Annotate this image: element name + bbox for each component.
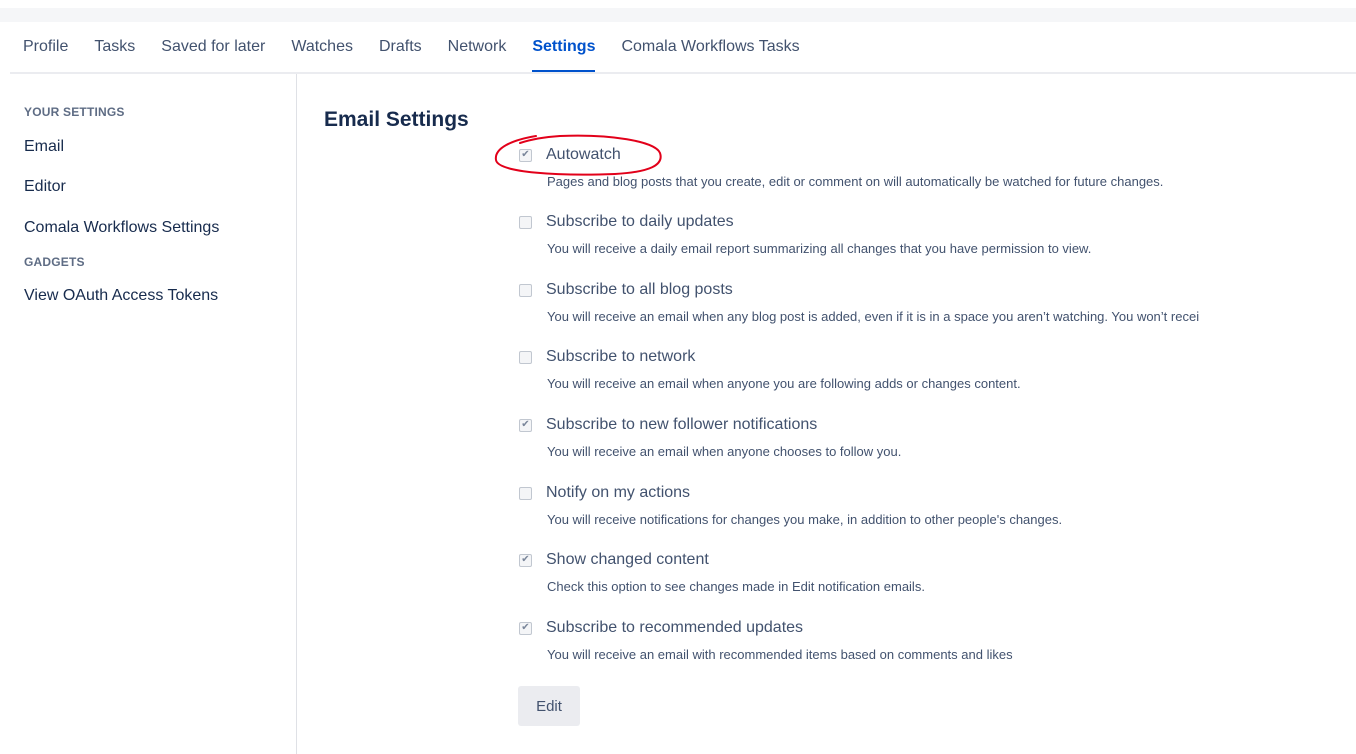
daily-updates-checkbox[interactable]	[519, 215, 532, 229]
show-changed-content-checkbox[interactable]: ✔	[519, 553, 532, 567]
checkmark-icon: ✔	[521, 554, 530, 565]
option-all-blog-posts: Subscribe to all blog posts You will rec…	[519, 279, 1199, 324]
option-recommended-updates: ✔ Subscribe to recommended updates You w…	[519, 617, 1013, 662]
tab-comala-workflows-tasks[interactable]: Comala Workflows Tasks	[608, 22, 812, 56]
option-notify-my-actions: Notify on my actions You will receive no…	[519, 482, 1062, 527]
checkmark-icon: ✔	[521, 149, 530, 160]
checkmark-icon: ✔	[521, 622, 530, 633]
new-follower-description: You will receive an email when anyone ch…	[547, 444, 902, 459]
daily-updates-label[interactable]: Subscribe to daily updates	[546, 213, 734, 231]
all-blog-posts-checkbox[interactable]	[519, 283, 532, 297]
network-label[interactable]: Subscribe to network	[546, 348, 695, 366]
sidebar-item-comala-workflows-settings[interactable]: Comala Workflows Settings	[24, 219, 219, 237]
notify-my-actions-description: You will receive notifications for chang…	[547, 512, 1063, 527]
your-settings-heading: YOUR SETTINGS	[24, 105, 125, 119]
new-follower-label[interactable]: Subscribe to new follower notifications	[546, 416, 817, 434]
sidebar-item-email[interactable]: Email	[24, 138, 64, 156]
sidebar-item-oauth-tokens[interactable]: View OAuth Access Tokens	[24, 287, 218, 305]
network-checkbox[interactable]	[519, 350, 532, 364]
daily-updates-description: You will receive a daily email report su…	[547, 241, 1092, 256]
tab-watches[interactable]: Watches	[278, 22, 366, 56]
tab-drafts[interactable]: Drafts	[366, 22, 435, 56]
recommended-updates-label[interactable]: Subscribe to recommended updates	[546, 619, 803, 637]
option-autowatch: ✔ Autowatch Pages and blog posts that yo…	[519, 144, 1163, 189]
edit-button[interactable]: Edit	[518, 686, 580, 726]
tab-settings[interactable]: Settings	[519, 22, 608, 72]
top-strip	[0, 0, 1356, 8]
autowatch-label[interactable]: Autowatch	[546, 146, 621, 164]
option-network: Subscribe to network You will receive an…	[519, 346, 1021, 391]
option-show-changed-content: ✔ Show changed content Check this option…	[519, 549, 925, 594]
sidebar-item-editor[interactable]: Editor	[24, 178, 66, 196]
new-follower-checkbox[interactable]: ✔	[519, 418, 532, 432]
autowatch-checkbox[interactable]: ✔	[519, 148, 532, 162]
checkmark-icon: ✔	[521, 419, 530, 430]
option-daily-updates: Subscribe to daily updates You will rece…	[519, 211, 1091, 256]
network-description: You will receive an email when anyone yo…	[547, 376, 1021, 391]
notify-my-actions-label[interactable]: Notify on my actions	[546, 484, 690, 502]
all-blog-posts-label[interactable]: Subscribe to all blog posts	[546, 281, 733, 299]
all-blog-posts-description: You will receive an email when any blog …	[547, 309, 1200, 324]
show-changed-content-description: Check this option to see changes made in…	[547, 579, 925, 594]
autowatch-description: Pages and blog posts that you create, ed…	[547, 174, 1164, 189]
main-content: Email Settings ✔ Autowatch Pages and blo…	[297, 74, 1356, 754]
recommended-updates-checkbox[interactable]: ✔	[519, 621, 532, 635]
option-new-follower-notifications: ✔ Subscribe to new follower notification…	[519, 414, 901, 459]
tab-network[interactable]: Network	[435, 22, 520, 56]
gadgets-heading: GADGETS	[24, 255, 85, 269]
tab-tasks[interactable]: Tasks	[81, 22, 148, 56]
tab-profile[interactable]: Profile	[10, 22, 81, 56]
recommended-updates-description: You will receive an email with recommend…	[547, 647, 1013, 662]
page-title: Email Settings	[324, 108, 469, 131]
profile-tabs: Profile Tasks Saved for later Watches Dr…	[10, 22, 1356, 74]
notify-my-actions-checkbox[interactable]	[519, 486, 532, 500]
settings-sidebar: YOUR SETTINGS Email Editor Comala Workfl…	[0, 74, 297, 754]
show-changed-content-label[interactable]: Show changed content	[546, 551, 709, 569]
tab-saved-for-later[interactable]: Saved for later	[148, 22, 278, 56]
header-shade	[0, 8, 1356, 22]
